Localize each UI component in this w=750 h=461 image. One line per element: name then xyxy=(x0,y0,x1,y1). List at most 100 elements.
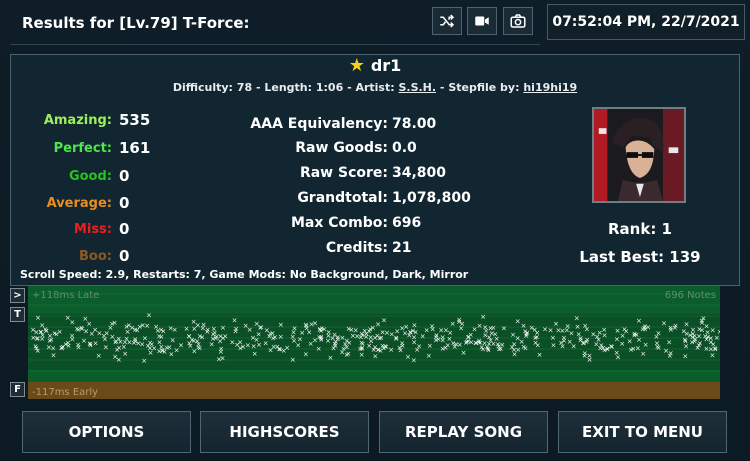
timing-marker: × xyxy=(116,356,122,364)
timing-marker: × xyxy=(414,346,420,354)
stepfile-label: Stepfile by: xyxy=(448,81,520,94)
graph-notes-label: 696 Notes xyxy=(665,290,716,301)
timing-marker: × xyxy=(102,335,108,343)
camera-icon xyxy=(510,14,526,28)
timing-marker: × xyxy=(158,333,164,341)
timing-marker: × xyxy=(619,340,625,348)
graph-toggle-f-button[interactable]: F xyxy=(10,382,25,397)
timing-marker: × xyxy=(551,341,557,349)
video-button[interactable] xyxy=(467,7,497,35)
timing-marker: × xyxy=(424,327,430,335)
timing-marker: × xyxy=(456,316,462,324)
timing-marker: × xyxy=(411,357,417,365)
stepfile-author-link[interactable]: hi19hi19 xyxy=(523,81,577,94)
timing-marker: × xyxy=(57,328,63,336)
timing-marker: × xyxy=(452,343,458,351)
timing-marker: × xyxy=(443,327,449,335)
timing-marker: × xyxy=(328,354,334,362)
timing-marker: × xyxy=(291,329,297,337)
timing-marker: × xyxy=(346,325,352,333)
timing-marker: × xyxy=(429,323,435,331)
timing-marker: × xyxy=(359,339,365,347)
timing-marker: × xyxy=(597,345,603,353)
timing-marker: × xyxy=(682,353,688,361)
stat-credits-label: Credits: xyxy=(325,240,388,256)
timing-marker: × xyxy=(132,335,138,343)
timing-marker: × xyxy=(339,349,345,357)
timing-marker: × xyxy=(114,346,120,354)
graph-late-label: +118ms Late xyxy=(32,290,99,301)
timing-marker: × xyxy=(233,325,239,333)
timing-marker: × xyxy=(270,335,276,343)
stat-max-combo-value: 696 xyxy=(392,215,422,231)
timing-marker: × xyxy=(46,343,52,351)
timing-marker: × xyxy=(209,340,215,348)
graph-toggle-t-button[interactable]: T xyxy=(10,307,25,322)
stat-raw-score-value: 34,800 xyxy=(392,165,447,181)
timing-marker: × xyxy=(75,341,81,349)
replay-song-button[interactable]: REPLAY SONG xyxy=(379,411,548,453)
timing-marker: × xyxy=(628,346,634,354)
timing-marker: × xyxy=(571,343,577,351)
stat-aaa-label: AAA Equivalency: xyxy=(250,116,388,132)
timing-marker: × xyxy=(681,328,687,336)
timing-marker: × xyxy=(465,334,471,342)
timing-marker: × xyxy=(510,331,516,339)
exit-to-menu-button[interactable]: EXIT TO MENU xyxy=(558,411,727,453)
timing-marker: × xyxy=(532,326,538,334)
expand-graph-button[interactable]: > xyxy=(10,288,25,303)
timing-marker: × xyxy=(656,344,662,352)
timing-marker: × xyxy=(134,326,140,334)
artist-link[interactable]: S.S.H. xyxy=(398,81,436,94)
last-best-text: Last Best: 139 xyxy=(579,248,701,266)
timing-marker: × xyxy=(410,327,416,335)
timing-marker: × xyxy=(582,352,588,360)
timing-marker: × xyxy=(574,314,580,322)
timing-marker: × xyxy=(331,345,337,353)
results-title: Results for [Lv.79] T-Force: xyxy=(22,14,250,32)
timing-marker: × xyxy=(359,351,365,359)
timing-marker: × xyxy=(299,329,305,337)
timing-marker: × xyxy=(614,336,620,344)
timing-graph: ×× ××××× ××××× ××××××××××× ××××××××××××××× ××… xyxy=(28,286,720,399)
timing-marker: × xyxy=(35,314,41,322)
timing-marker: × xyxy=(682,336,688,344)
graph-early-label: -117ms Early xyxy=(32,387,98,398)
timing-marker: × xyxy=(218,345,224,353)
timing-marker: × xyxy=(195,322,201,330)
timing-marker: × xyxy=(59,344,65,352)
timing-marker: × xyxy=(433,334,439,342)
timing-marker: × xyxy=(254,320,260,328)
stat-grandtotal-label: Grandtotal: xyxy=(297,190,388,206)
shuffle-button[interactable] xyxy=(432,7,462,35)
timing-marker: × xyxy=(156,347,162,355)
screenshot-button[interactable] xyxy=(503,7,533,35)
timing-marker: × xyxy=(278,321,284,329)
timing-marker: × xyxy=(35,347,41,355)
timing-marker: × xyxy=(643,341,649,349)
timing-marker: × xyxy=(65,314,71,322)
timing-marker: × xyxy=(144,322,150,330)
timing-marker: × xyxy=(124,335,130,343)
highscores-button[interactable]: HIGHSCORES xyxy=(200,411,369,453)
timing-marker: × xyxy=(82,315,88,323)
timing-marker: × xyxy=(427,342,433,350)
timing-marker: × xyxy=(699,317,705,325)
timing-marker: × xyxy=(342,340,348,348)
timing-marker: × xyxy=(640,350,646,358)
timing-marker: × xyxy=(635,345,641,353)
timing-marker: × xyxy=(458,325,464,333)
timing-marker: × xyxy=(51,351,57,359)
timing-marker: × xyxy=(263,340,269,348)
timing-marker: × xyxy=(254,336,260,344)
timing-marker: × xyxy=(187,342,193,350)
options-button[interactable]: OPTIONS xyxy=(22,411,191,453)
timing-marker: × xyxy=(92,326,98,334)
timing-marker: × xyxy=(461,349,467,357)
timing-marker: × xyxy=(103,344,109,352)
rank-text: Rank: 1 xyxy=(608,220,672,238)
timing-marker: × xyxy=(609,343,615,351)
timing-marker: × xyxy=(499,341,505,349)
player-avatar xyxy=(592,107,686,203)
timing-marker: × xyxy=(672,324,678,332)
